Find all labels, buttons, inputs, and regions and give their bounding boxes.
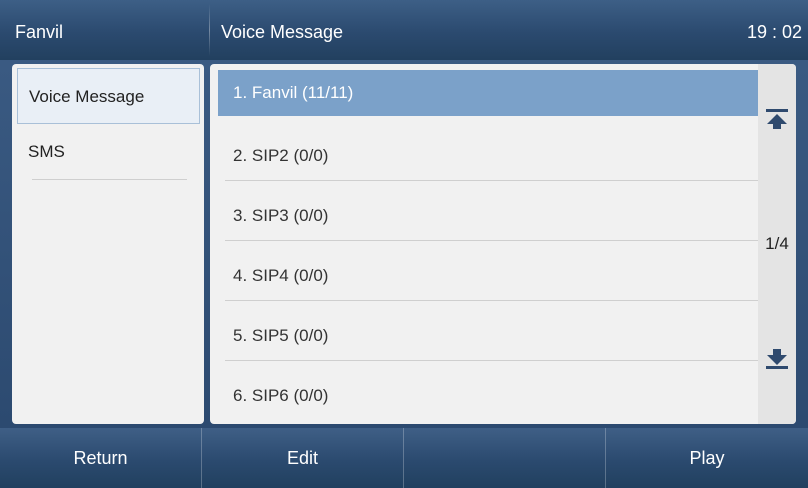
menu-item-sms[interactable]: SMS <box>17 124 200 180</box>
menu-item-voice-message[interactable]: Voice Message <box>17 68 200 124</box>
category-menu: Voice Message SMS <box>12 64 204 424</box>
voice-message-list: 1. Fanvil (11/11) 2. SIP2 (0/0) 3. SIP3 … <box>210 64 796 424</box>
softkey-bar: Return Edit Play <box>0 428 808 488</box>
jump-to-bottom-icon[interactable] <box>762 344 792 374</box>
menu-divider <box>32 179 187 180</box>
list-item-6[interactable]: 6. SIP6 (0/0) <box>218 373 758 419</box>
row-divider <box>225 240 758 241</box>
title-separator <box>209 4 210 56</box>
row-divider <box>225 300 758 301</box>
row-divider <box>225 360 758 361</box>
list-item-4[interactable]: 4. SIP4 (0/0) <box>218 253 758 299</box>
page-title: Voice Message <box>221 22 344 42</box>
play-button[interactable]: Play <box>606 428 808 488</box>
clock: 19 : 02 <box>746 22 802 42</box>
list-item-5[interactable]: 5. SIP5 (0/0) <box>218 313 758 359</box>
list-item-2[interactable]: 2. SIP2 (0/0) <box>218 133 758 179</box>
list-item-3[interactable]: 3. SIP3 (0/0) <box>218 193 758 239</box>
row-divider <box>225 180 758 181</box>
brand-label: Fanvil <box>15 22 64 42</box>
page-indicator: 1/4 <box>765 234 789 253</box>
list-item-1[interactable]: 1. Fanvil (11/11) <box>218 70 758 116</box>
return-button[interactable]: Return <box>0 428 202 488</box>
jump-to-top-icon[interactable] <box>762 104 792 134</box>
edit-button[interactable]: Edit <box>202 428 404 488</box>
title-bar: Fanvil Voice Message 19 : 02 <box>0 0 808 60</box>
empty-softkey[interactable] <box>404 428 606 488</box>
